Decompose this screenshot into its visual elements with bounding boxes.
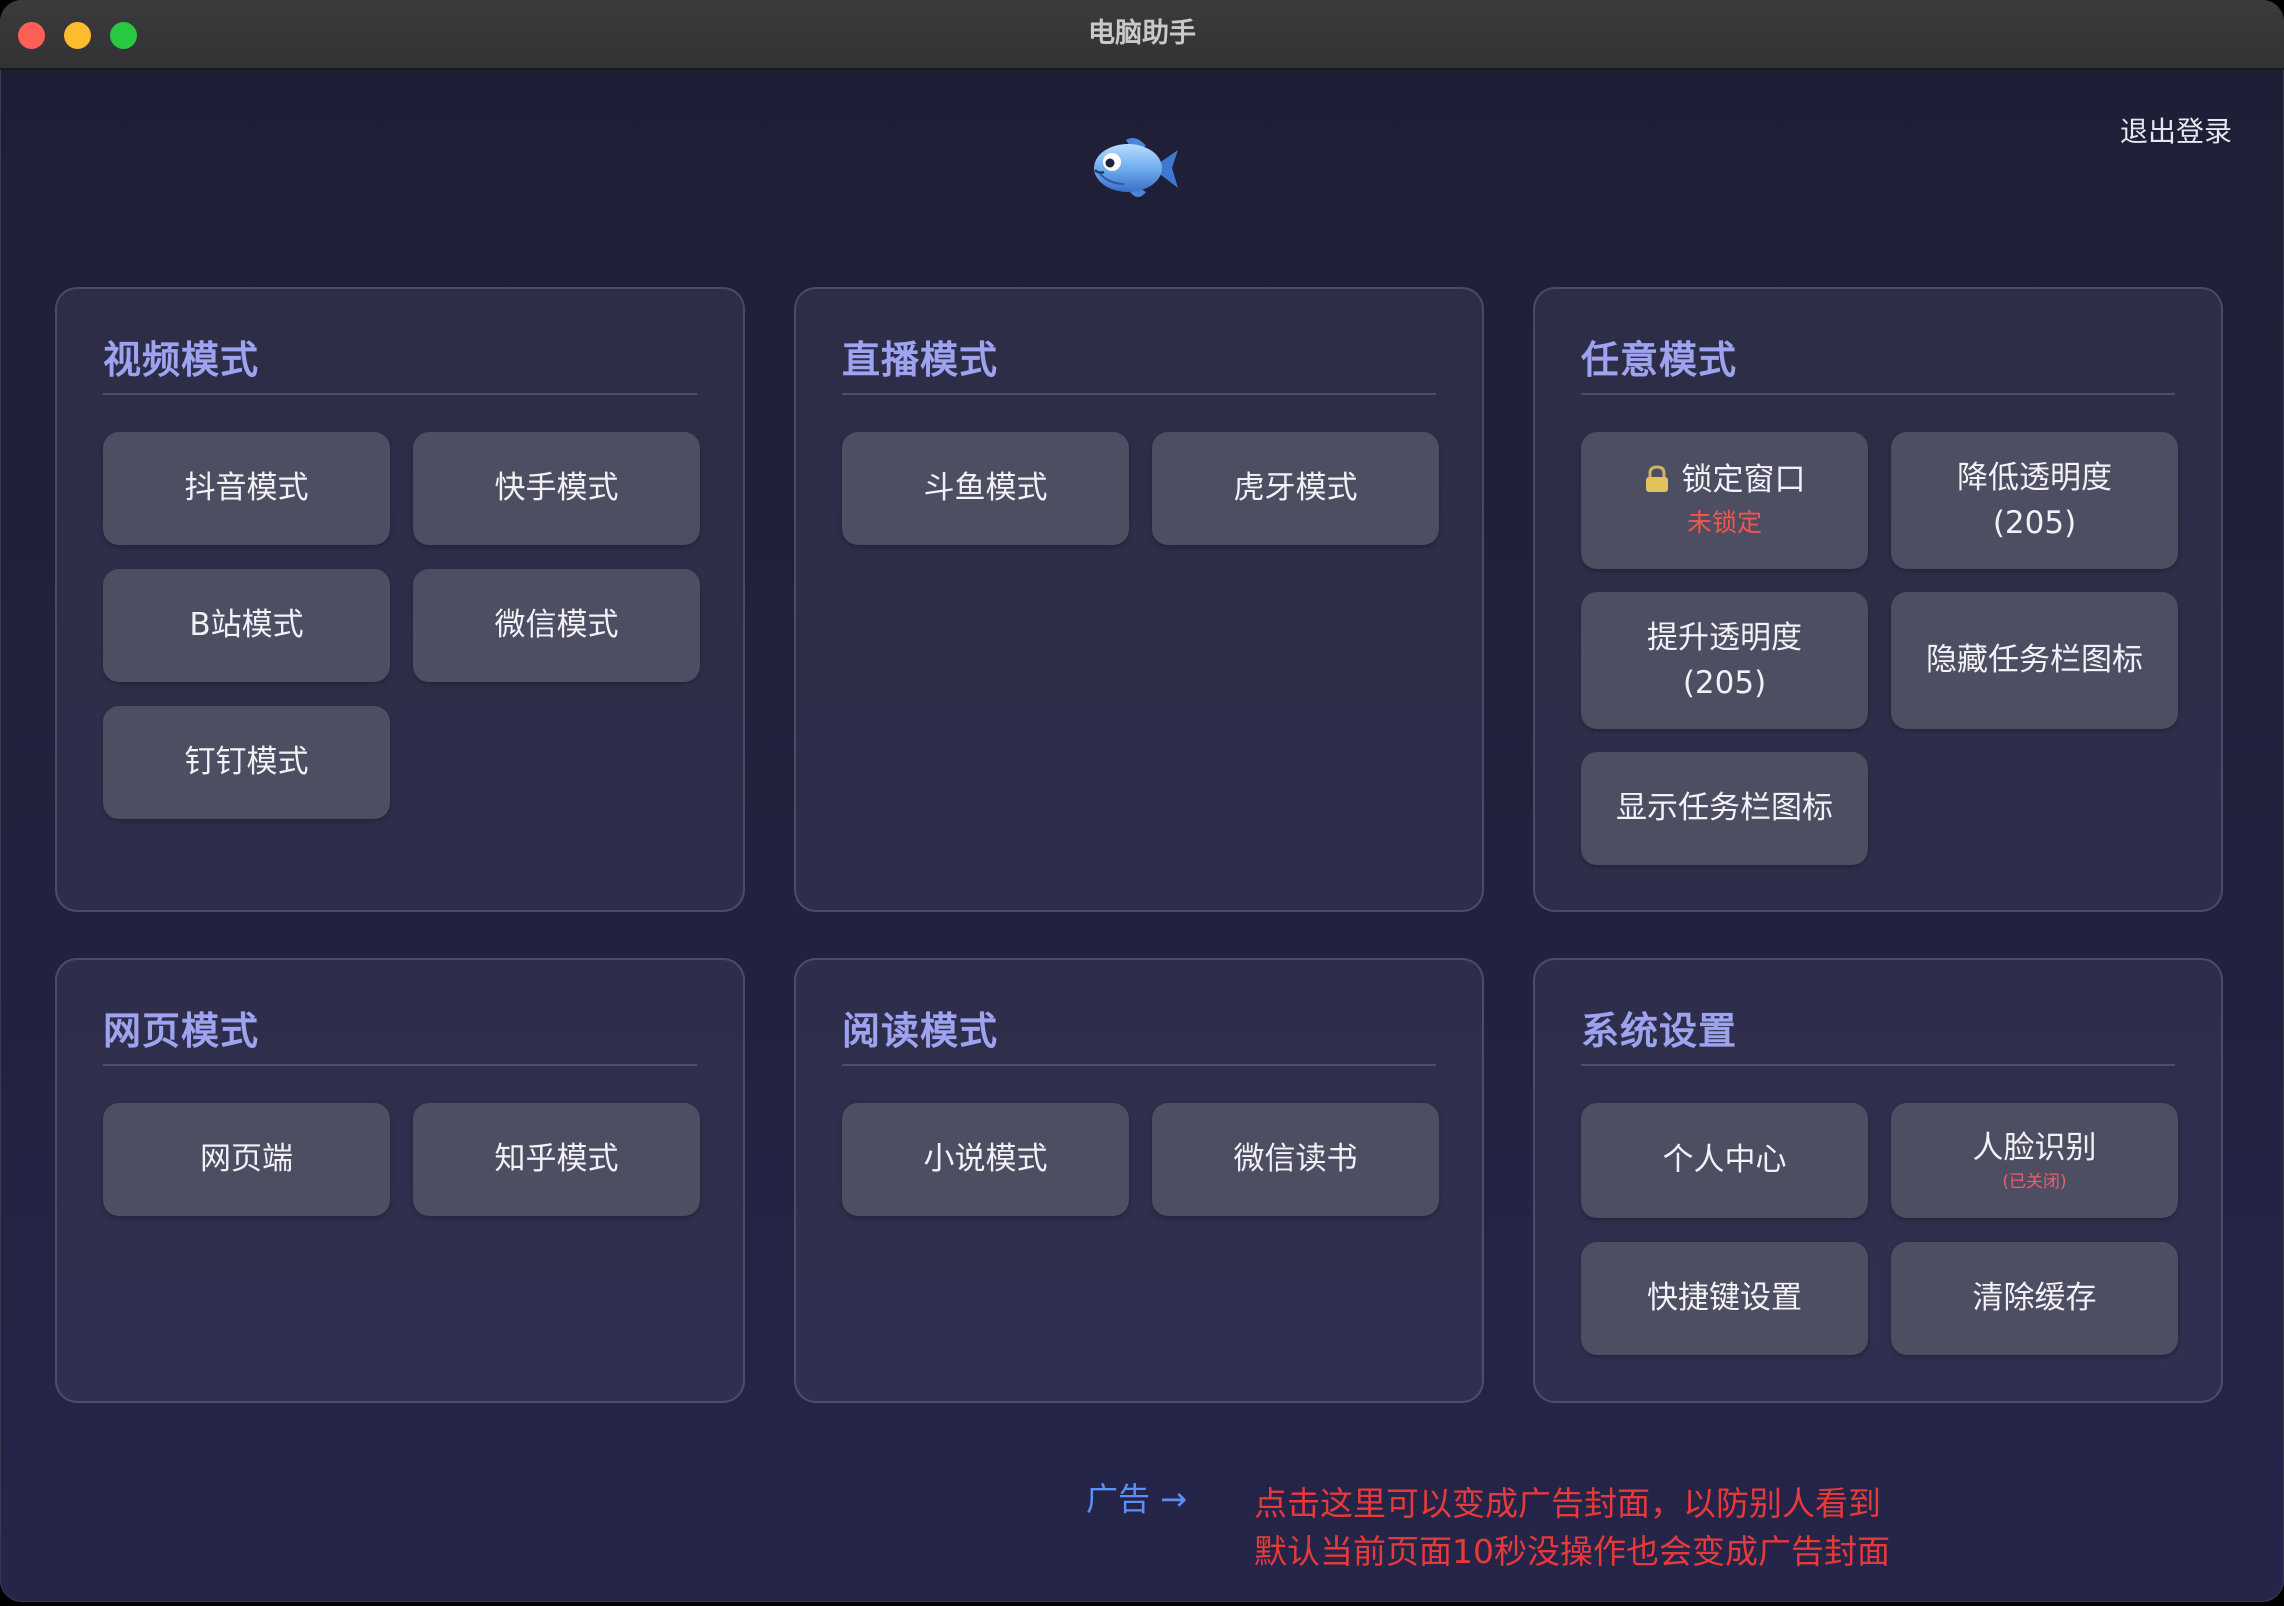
- kuaishou-mode-button[interactable]: 快手模式: [413, 432, 700, 545]
- panel-title: 阅读模式: [842, 1009, 999, 1053]
- douyu-mode-button[interactable]: 斗鱼模式: [842, 432, 1129, 545]
- shortcut-settings-button[interactable]: 快捷键设置: [1581, 1242, 1868, 1355]
- face-recognition-status: (已关闭): [2002, 1172, 2067, 1193]
- ad-note-line: 默认当前页面10秒没操作也会变成广告封面: [1254, 1531, 1890, 1571]
- wechat-reading-button[interactable]: 微信读书: [1152, 1103, 1439, 1216]
- lock-status: 未锁定: [1686, 507, 1762, 537]
- divider: [103, 1064, 697, 1066]
- decrease-opacity-label: 降低透明度: [1957, 459, 2112, 496]
- panel-web-mode: 网页模式 网页端 知乎模式: [55, 958, 745, 1403]
- clear-cache-button[interactable]: 清除缓存: [1891, 1242, 2178, 1355]
- title-bar: 电脑助手: [0, 0, 2284, 70]
- panel-title: 系统设置: [1581, 1009, 1738, 1053]
- lock-icon: [1645, 465, 1668, 493]
- decrease-opacity-value: (205): [1992, 504, 2077, 541]
- ad-cover-note: 点击这里可以变成广告封面，以防别人看到 默认当前页面10秒没操作也会变成广告封面: [1254, 1480, 1890, 1576]
- increase-opacity-value: (205): [1682, 664, 1767, 701]
- panel-title: 网页模式: [103, 1009, 260, 1053]
- wechat-mode-button[interactable]: 微信模式: [413, 569, 700, 682]
- face-recognition-label: 人脸识别: [1972, 1130, 2097, 1167]
- divider: [1581, 393, 2175, 395]
- zhihu-mode-button[interactable]: 知乎模式: [413, 1103, 700, 1216]
- ad-note-line: 点击这里可以变成广告封面，以防别人看到: [1254, 1484, 1881, 1523]
- decrease-opacity-button[interactable]: 降低透明度 (205): [1891, 432, 2178, 569]
- panel-title: 直播模式: [842, 338, 999, 382]
- divider: [103, 393, 697, 395]
- fish-icon: [1094, 138, 1178, 197]
- lock-window-label: 锁定窗口: [1681, 462, 1806, 499]
- dingtalk-mode-button[interactable]: 钉钉模式: [103, 706, 390, 819]
- ad-cover-link[interactable]: 广告 →: [1086, 1474, 1187, 1520]
- hide-taskbar-icon-button[interactable]: 隐藏任务栏图标: [1891, 592, 2178, 729]
- douyin-mode-button[interactable]: 抖音模式: [103, 432, 390, 545]
- increase-opacity-label: 提升透明度: [1647, 619, 1802, 656]
- panel-reading-mode: 阅读模式 小说模式 微信读书: [794, 958, 1484, 1403]
- panel-live-mode: 直播模式 斗鱼模式 虎牙模式: [794, 287, 1484, 912]
- divider: [1581, 1064, 2175, 1066]
- novel-mode-button[interactable]: 小说模式: [842, 1103, 1129, 1216]
- bilibili-mode-button[interactable]: B站模式: [103, 569, 390, 682]
- increase-opacity-button[interactable]: 提升透明度 (205): [1581, 592, 1868, 729]
- lock-window-button[interactable]: 锁定窗口 未锁定: [1581, 432, 1868, 569]
- panel-any-mode: 任意模式 锁定窗口 未锁定 降低透明度 (205) 提升透明度 (205) 隐藏…: [1533, 287, 2223, 912]
- divider: [842, 1064, 1436, 1066]
- web-client-button[interactable]: 网页端: [103, 1103, 390, 1216]
- show-taskbar-icon-button[interactable]: 显示任务栏图标: [1581, 752, 1868, 865]
- lock-window-row: 锁定窗口: [1644, 458, 1806, 503]
- divider: [842, 393, 1436, 395]
- huya-mode-button[interactable]: 虎牙模式: [1152, 432, 1439, 545]
- window-title: 电脑助手: [1088, 18, 1196, 49]
- panel-title: 任意模式: [1581, 338, 1738, 382]
- panel-video-mode: 视频模式 抖音模式 快手模式 B站模式 微信模式 钉钉模式: [55, 287, 745, 912]
- logout-link[interactable]: 退出登录: [2120, 110, 2232, 150]
- app-window: 电脑助手 退出登录 视频模式 抖音模式 快手模式 B站模式 微信模式 钉钉模式 …: [0, 0, 2284, 1602]
- panel-system-settings: 系统设置 个人中心 人脸识别 (已关闭) 快捷键设置 清除缓存: [1533, 958, 2223, 1403]
- personal-center-button[interactable]: 个人中心: [1581, 1103, 1868, 1218]
- panel-title: 视频模式: [103, 338, 260, 382]
- face-recognition-button[interactable]: 人脸识别 (已关闭): [1891, 1103, 2178, 1218]
